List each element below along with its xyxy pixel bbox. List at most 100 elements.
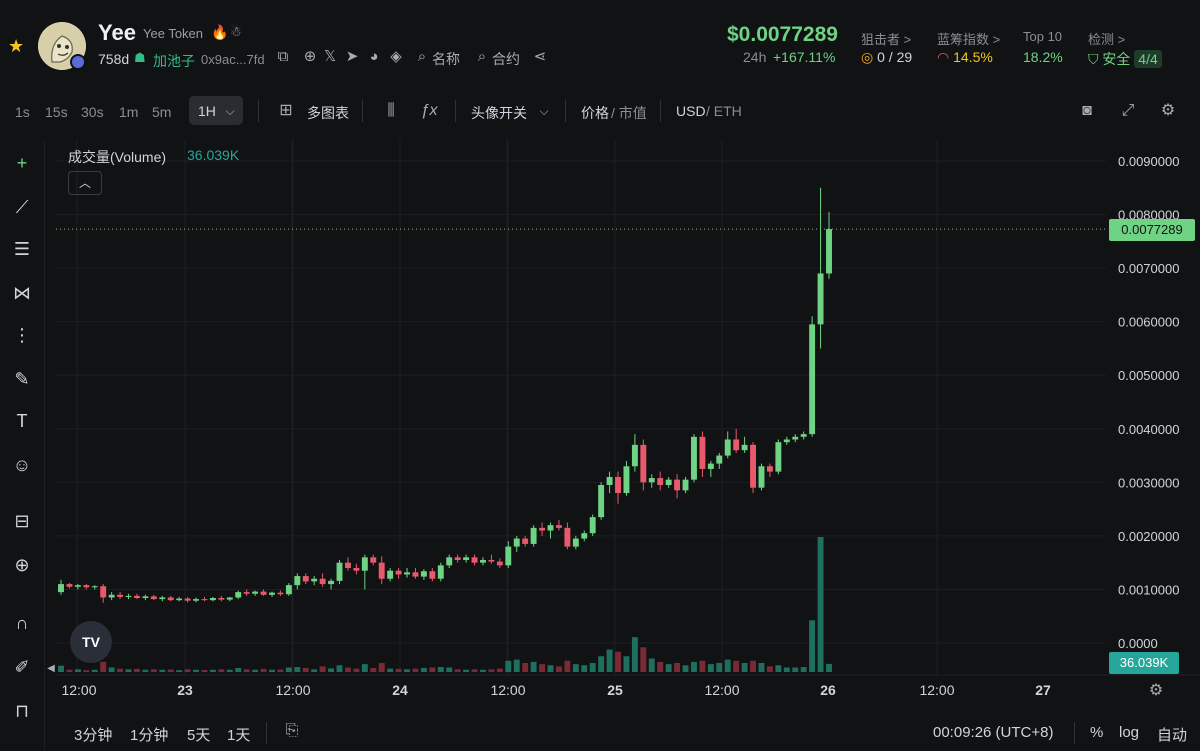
x-tick-label: 27 xyxy=(1035,682,1051,698)
candle-body xyxy=(555,525,562,528)
candle-body xyxy=(294,576,301,586)
collapse-left-icon[interactable]: ◀ xyxy=(40,658,62,680)
volume-bar xyxy=(522,663,529,672)
volume-bar xyxy=(505,660,512,672)
volume-bar xyxy=(167,669,174,672)
volume-bar xyxy=(370,667,377,672)
bottom-divider xyxy=(1074,722,1075,744)
candle-body xyxy=(218,598,225,600)
volume-bar xyxy=(100,661,107,672)
volume-bar xyxy=(724,659,731,672)
candle-body xyxy=(91,586,98,588)
volume-bar xyxy=(176,670,183,672)
candle-body xyxy=(522,538,529,544)
volume-bar xyxy=(800,667,807,672)
candle-body xyxy=(615,476,621,494)
range-3min[interactable]: 3分钟 xyxy=(74,724,112,745)
candle-body xyxy=(471,557,478,563)
volume-bar xyxy=(260,668,267,672)
goto-date-icon[interactable]: ⎘ xyxy=(281,720,303,742)
volume-bar xyxy=(766,666,773,672)
candle-body xyxy=(117,594,124,597)
candle-body xyxy=(716,455,723,464)
candle-body xyxy=(809,324,816,435)
candle-body xyxy=(581,533,588,539)
volume-bar xyxy=(572,664,579,672)
candle-body xyxy=(269,592,275,595)
tradingview-logo[interactable]: TV xyxy=(70,621,112,663)
volume-bar xyxy=(336,665,343,672)
volume-bar xyxy=(429,667,436,672)
volume-bar xyxy=(741,663,748,672)
candle-body xyxy=(572,538,579,547)
volume-bar xyxy=(775,665,782,672)
log-toggle[interactable]: log xyxy=(1119,724,1139,741)
axis-settings-icon[interactable]: ⚙ xyxy=(1145,680,1167,702)
volume-legend-value: 36.039K xyxy=(187,147,240,163)
candle-body xyxy=(193,599,199,601)
volume-bar xyxy=(699,660,706,672)
volume-bar xyxy=(159,669,166,672)
candle-body xyxy=(336,562,343,581)
volume-bar xyxy=(302,667,309,672)
volume-bar xyxy=(648,658,655,672)
volume-bar xyxy=(631,637,638,672)
candle-body xyxy=(252,591,259,594)
candle-body xyxy=(707,463,714,469)
y-tick-label: 0.0030000 xyxy=(1118,475,1179,490)
volume-bar xyxy=(657,661,664,672)
candle-body xyxy=(733,439,740,451)
candle-body xyxy=(530,527,537,544)
volume-bar xyxy=(615,651,621,672)
x-tick-label: 25 xyxy=(607,682,623,698)
volume-bar xyxy=(547,665,554,672)
candle-body xyxy=(108,594,115,598)
volume-bar xyxy=(134,668,140,672)
utc-clock[interactable]: 00:09:26 (UTC+8) xyxy=(933,724,1053,741)
candle-body xyxy=(235,592,242,598)
range-1min[interactable]: 1分钟 xyxy=(130,724,168,745)
volume-bar xyxy=(454,669,461,672)
candle-body xyxy=(134,595,140,599)
volume-bar xyxy=(193,669,199,672)
candle-body xyxy=(361,557,368,571)
range-5d[interactable]: 5天 xyxy=(187,724,210,745)
candle-body xyxy=(766,466,773,472)
x-tick-label: 24 xyxy=(392,682,408,698)
collapse-legend-button[interactable]: ︿ xyxy=(68,171,102,195)
candle-body xyxy=(353,568,360,571)
candle-body xyxy=(58,584,64,593)
app-root: ★ Yee Yee Token 🔥 ☃ 758d ☗ 加池子 0x9ac...7… xyxy=(0,0,1200,751)
volume-bar xyxy=(809,620,816,672)
volume-bar xyxy=(150,669,157,672)
volume-bar xyxy=(733,660,740,672)
candle-body xyxy=(783,439,790,443)
candle-body xyxy=(260,591,267,595)
percent-toggle[interactable]: % xyxy=(1090,724,1103,741)
volume-bar xyxy=(328,668,335,672)
volume-bar xyxy=(404,669,410,672)
y-tick-label: 0.0050000 xyxy=(1118,368,1179,383)
candle-body xyxy=(395,570,402,575)
candle-body xyxy=(74,585,81,587)
candle-body xyxy=(547,525,554,531)
auto-toggle[interactable]: 自动 xyxy=(1157,724,1187,745)
candle-body xyxy=(598,485,605,518)
volume-bar xyxy=(581,665,588,672)
candle-body xyxy=(623,466,630,494)
volume-bar xyxy=(125,669,132,672)
candle-body xyxy=(800,434,807,437)
y-tick-label: 0.0060000 xyxy=(1118,315,1179,330)
candle-body xyxy=(100,586,107,598)
volume-bar xyxy=(142,669,149,672)
range-1d[interactable]: 1天 xyxy=(227,724,250,745)
volume-bar xyxy=(463,669,470,672)
volume-bar xyxy=(682,665,689,672)
price-chart[interactable]: 0.00900000.00800000.00700000.00600000.00… xyxy=(0,0,1200,751)
volume-bar xyxy=(285,667,292,672)
last-volume-tag: 36.039K xyxy=(1109,652,1179,674)
volume-bar xyxy=(817,537,824,672)
volume-bar xyxy=(674,663,681,672)
volume-bar xyxy=(277,669,284,672)
y-tick-label: 0.0090000 xyxy=(1118,154,1179,169)
